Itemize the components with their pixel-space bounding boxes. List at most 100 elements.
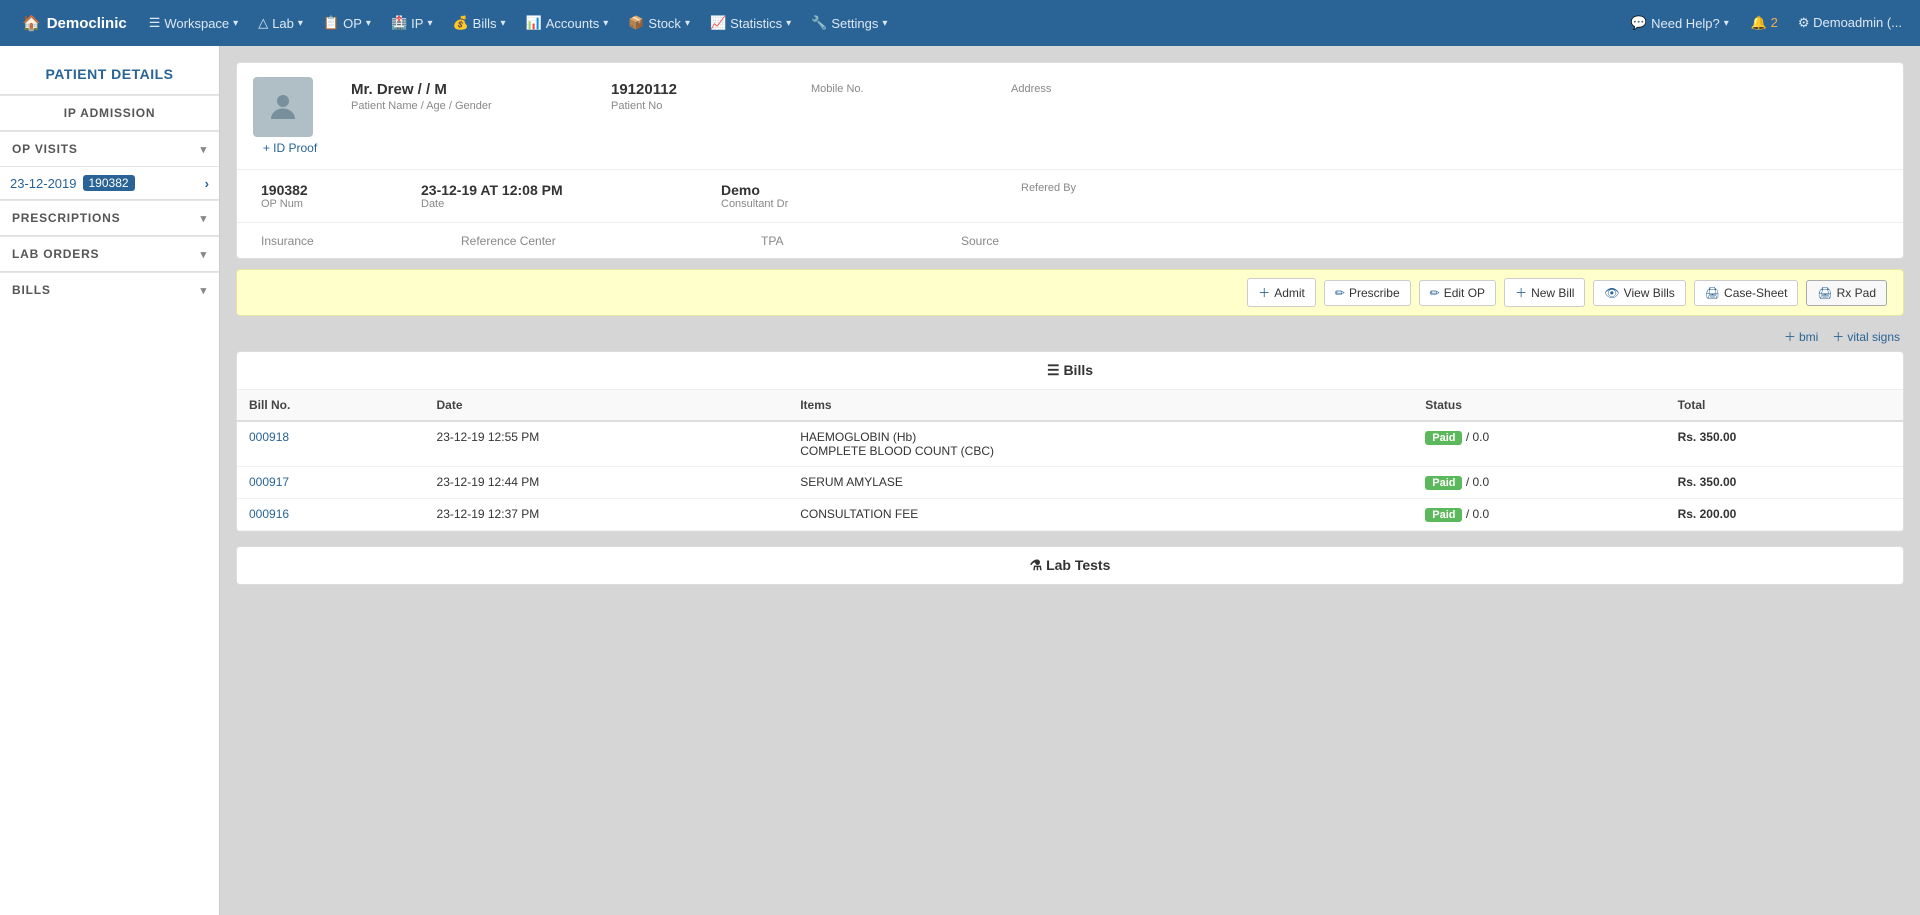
op-visits-label: OP VISITS bbox=[12, 142, 78, 156]
prescribe-button[interactable]: ✏ Prescribe bbox=[1324, 280, 1411, 306]
nav-stock[interactable]: 📦 Stock ▾ bbox=[618, 0, 700, 46]
prescribe-icon: ✏ bbox=[1335, 286, 1345, 300]
sidebar-item-prescriptions[interactable]: PRESCRIPTIONS ▾ bbox=[0, 200, 219, 235]
op-visits-caret: ▾ bbox=[201, 143, 207, 156]
help-caret: ▾ bbox=[1724, 18, 1729, 29]
bill-date-cell: 23-12-19 12:44 PM bbox=[425, 467, 789, 499]
nav-help[interactable]: 💬 Need Help? ▾ bbox=[1621, 15, 1739, 31]
referred-cell: Refered By bbox=[1013, 180, 1213, 212]
sidebar-item-op-visits[interactable]: OP VISITS ▾ bbox=[0, 131, 219, 166]
bills-nav-caret: ▾ bbox=[501, 18, 506, 29]
patient-avatar bbox=[253, 77, 313, 137]
bill-status-cell: Paid / 0.0 bbox=[1413, 499, 1665, 531]
patient-info-grid: Mr. Drew / / M Patient Name / Age / Gend… bbox=[341, 77, 1887, 116]
status-badge: Paid bbox=[1425, 476, 1462, 490]
sidebar-prescriptions-section: PRESCRIPTIONS ▾ bbox=[0, 199, 219, 235]
nav-lab[interactable]: △ Lab ▾ bbox=[248, 0, 313, 46]
bill-number-link[interactable]: 000918 bbox=[249, 430, 289, 444]
source-cell: Source bbox=[953, 231, 1153, 250]
bill-number-link[interactable]: 000917 bbox=[249, 475, 289, 489]
visit-date-cell: 23-12-19 AT 12:08 PM Date bbox=[413, 180, 713, 212]
statistics-icon: 📈 bbox=[710, 15, 726, 31]
patient-mobile-label: Mobile No. bbox=[811, 83, 991, 95]
vital-signs-link[interactable]: ＋ vital signs bbox=[1832, 328, 1900, 345]
prescriptions-label: PRESCRIPTIONS bbox=[12, 211, 120, 225]
patient-number-cell: 19120112 Patient No bbox=[601, 77, 801, 116]
main-content: + ID Proof Mr. Drew / / M Patient Name /… bbox=[220, 46, 1920, 915]
bills-table-head: Bill No. Date Items Status Total bbox=[237, 390, 1903, 421]
admin-menu[interactable]: ⚙ Demoadmin (... bbox=[1790, 15, 1910, 31]
col-items: Items bbox=[788, 390, 1413, 421]
brand-logo[interactable]: 🏠 Democlinic bbox=[10, 14, 139, 32]
new-bill-icon: ＋ bbox=[1515, 284, 1527, 301]
admit-button[interactable]: ＋ Admit bbox=[1247, 278, 1316, 307]
nav-workspace[interactable]: ☰ Workspace ▾ bbox=[139, 0, 248, 46]
sidebar-item-lab-orders[interactable]: LAB ORDERS ▾ bbox=[0, 236, 219, 271]
patient-number-value: 19120112 bbox=[611, 81, 791, 98]
bmi-link[interactable]: ＋ bmi bbox=[1784, 328, 1818, 345]
sidebar-visit-badge: 190382 bbox=[83, 175, 135, 191]
patient-mobile-cell: Mobile No. bbox=[801, 77, 1001, 116]
nav-settings[interactable]: 🔧 Settings ▾ bbox=[801, 0, 897, 46]
bill-items-cell: CONSULTATION FEE bbox=[788, 499, 1413, 531]
insurance-label: Insurance bbox=[261, 234, 314, 248]
bill-total-cell: Rs. 350.00 bbox=[1666, 421, 1903, 467]
nav-accounts[interactable]: 📊 Accounts ▾ bbox=[516, 0, 619, 46]
workspace-icon: ☰ bbox=[149, 15, 161, 31]
nav-op[interactable]: 📋 OP ▾ bbox=[313, 0, 381, 46]
nav-ip[interactable]: 🏥 IP ▾ bbox=[381, 0, 443, 46]
op-icon: 📋 bbox=[323, 15, 339, 31]
status-extra: / 0.0 bbox=[1466, 507, 1489, 521]
consultant-label: Consultant Dr bbox=[721, 198, 1005, 210]
nav-bills[interactable]: 💰 Bills ▾ bbox=[442, 0, 515, 46]
bill-total-cell: Rs. 350.00 bbox=[1666, 467, 1903, 499]
bills-header-icon: ☰ bbox=[1047, 362, 1060, 378]
sidebar: PATIENT DETAILS IP ADMISSION OP VISITS ▾… bbox=[0, 46, 220, 915]
patient-card: + ID Proof Mr. Drew / / M Patient Name /… bbox=[236, 62, 1904, 259]
brand-name: Democlinic bbox=[47, 15, 127, 32]
col-total: Total bbox=[1666, 390, 1903, 421]
bill-status-cell: Paid / 0.0 bbox=[1413, 421, 1665, 467]
bill-items-cell: HAEMOGLOBIN (Hb)COMPLETE BLOOD COUNT (CB… bbox=[788, 421, 1413, 467]
view-bills-button[interactable]: 👁 View Bills bbox=[1593, 280, 1685, 306]
col-status: Status bbox=[1413, 390, 1665, 421]
lab-icon: △ bbox=[258, 15, 268, 31]
case-sheet-button[interactable]: 🖨 Case-Sheet bbox=[1694, 280, 1799, 306]
patient-name-label: Patient Name / Age / Gender bbox=[351, 100, 591, 112]
op-caret: ▾ bbox=[366, 18, 371, 29]
bill-number-link[interactable]: 000916 bbox=[249, 507, 289, 521]
lab-tests-icon: ⚗ bbox=[1030, 557, 1043, 573]
settings-caret: ▾ bbox=[882, 18, 887, 29]
source-label: Source bbox=[961, 234, 999, 248]
avatar-icon bbox=[265, 89, 301, 125]
rx-pad-button[interactable]: 🖨 Rx Pad bbox=[1806, 280, 1887, 306]
id-proof-link[interactable]: + ID Proof bbox=[263, 141, 317, 155]
lab-tests-section-header: ⚗ Lab Tests bbox=[237, 547, 1903, 584]
plus-vital-icon: ＋ bbox=[1832, 328, 1844, 345]
nav-statistics[interactable]: 📈 Statistics ▾ bbox=[700, 0, 801, 46]
bills-sidebar-caret: ▾ bbox=[201, 284, 207, 297]
notification-bell[interactable]: 🔔 2 bbox=[1743, 15, 1786, 31]
settings-icon: 🔧 bbox=[811, 15, 827, 31]
stock-icon: 📦 bbox=[628, 15, 644, 31]
status-extra: / 0.0 bbox=[1466, 475, 1489, 489]
col-date: Date bbox=[425, 390, 789, 421]
bill-date-cell: 23-12-19 12:55 PM bbox=[425, 421, 789, 467]
sidebar-bills-section: BILLS ▾ bbox=[0, 271, 219, 307]
bills-sidebar-label: BILLS bbox=[12, 283, 51, 297]
new-bill-button[interactable]: ＋ New Bill bbox=[1504, 278, 1585, 307]
statistics-caret: ▾ bbox=[786, 18, 791, 29]
edit-op-button[interactable]: ✏ Edit OP bbox=[1419, 280, 1496, 306]
sidebar-visit-row[interactable]: 23-12-2019 190382 › bbox=[0, 166, 219, 199]
sidebar-ip-admission-section: IP ADMISSION bbox=[0, 94, 219, 130]
table-row: 00091723-12-19 12:44 PMSERUM AMYLASEPaid… bbox=[237, 467, 1903, 499]
sidebar-item-ip-admission[interactable]: IP ADMISSION bbox=[0, 95, 219, 130]
bills-section-header: ☰ Bills bbox=[237, 352, 1903, 390]
consultant-cell: Demo Consultant Dr bbox=[713, 180, 1013, 212]
view-bills-icon: 👁 bbox=[1604, 286, 1619, 300]
status-extra: / 0.0 bbox=[1466, 430, 1489, 444]
prescriptions-caret: ▾ bbox=[201, 212, 207, 225]
lab-caret: ▾ bbox=[298, 18, 303, 29]
visit-date-value: 23-12-19 AT 12:08 PM bbox=[421, 182, 705, 198]
sidebar-item-bills[interactable]: BILLS ▾ bbox=[0, 272, 219, 307]
